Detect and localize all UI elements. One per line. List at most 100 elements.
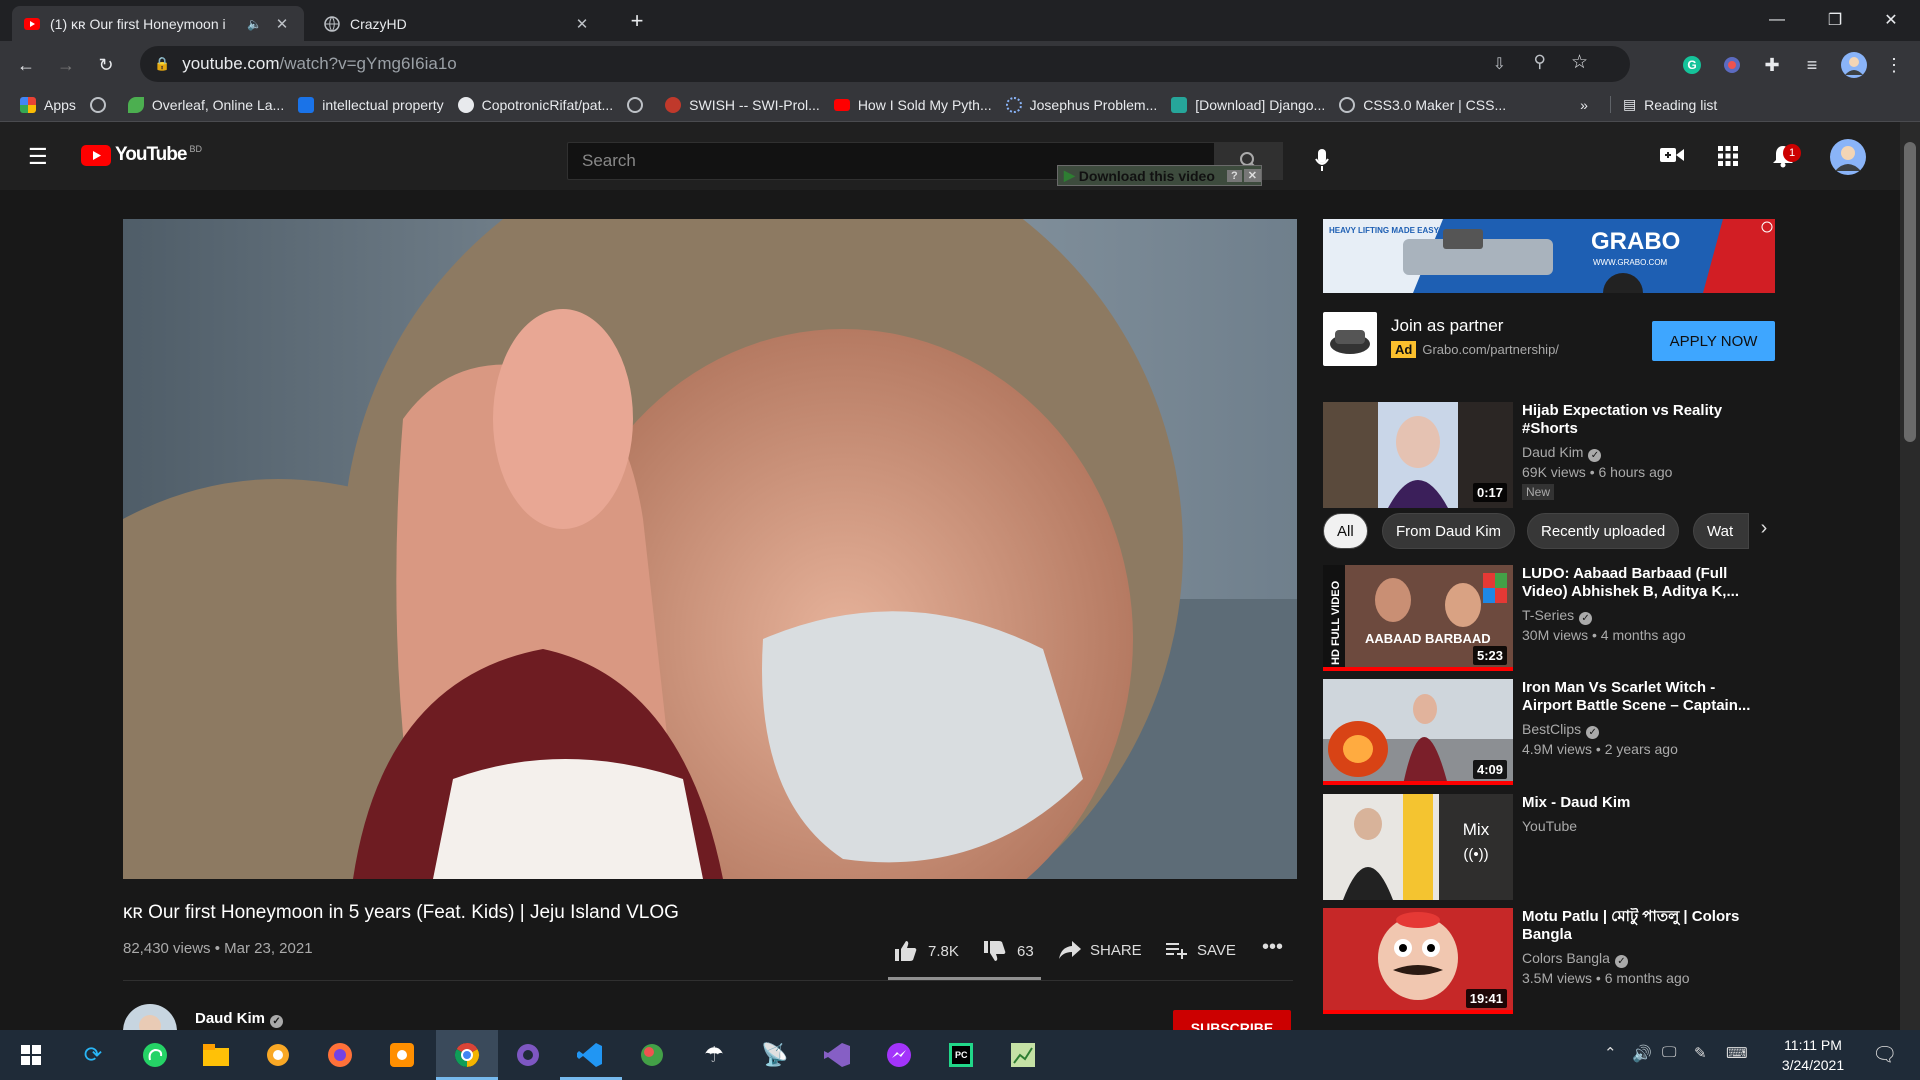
tab-crazyhd[interactable]: CrazyHD ✕: [312, 6, 604, 41]
bookmarks-overflow-button[interactable]: »: [1580, 97, 1588, 113]
app-icon-green[interactable]: [635, 1038, 669, 1072]
app-icon-satellite[interactable]: 📡: [758, 1038, 792, 1072]
channel-name[interactable]: Daud Kim ✓: [195, 1010, 284, 1028]
new-tab-button[interactable]: +: [622, 6, 652, 36]
apply-now-button[interactable]: APPLY NOW: [1652, 321, 1775, 361]
app-icon-refresh[interactable]: ⟳: [76, 1038, 110, 1072]
close-tab-icon[interactable]: ✕: [272, 15, 292, 33]
recommended-video[interactable]: HD FULL VIDEO AABAAD BARBAAD 5:23 LUDO: …: [1323, 565, 1775, 671]
file-explorer-icon[interactable]: [199, 1038, 233, 1072]
bookmarks-bar: Apps Overleaf, Online La... intellectual…: [0, 88, 1920, 122]
bookmark-overleaf[interactable]: Overleaf, Online La...: [127, 96, 284, 113]
recommended-mix[interactable]: Mix ((•)) Mix - Daud Kim YouTube: [1323, 794, 1775, 900]
github-desktop-icon[interactable]: [511, 1038, 545, 1072]
video-thumbnail[interactable]: 19:41: [1323, 908, 1513, 1014]
video-thumbnail[interactable]: 0:17: [1323, 402, 1513, 508]
reading-list-button[interactable]: ▤ Reading list: [1609, 96, 1717, 113]
advertiser-logo[interactable]: [1323, 312, 1377, 366]
ad-title[interactable]: Join as partner: [1391, 316, 1503, 336]
account-avatar[interactable]: [1830, 139, 1866, 180]
youtube-logo[interactable]: YouTube BD: [81, 144, 202, 166]
dislike-button[interactable]: 63: [983, 940, 1034, 962]
app-icon-chart[interactable]: [1006, 1038, 1040, 1072]
scrollbar-thumb[interactable]: [1904, 142, 1916, 442]
minimize-window-icon[interactable]: —: [1748, 0, 1806, 40]
clock-time[interactable]: 11:11 PM: [1770, 1037, 1856, 1053]
install-app-icon[interactable]: ⇩: [1493, 54, 1506, 74]
forward-icon[interactable]: →: [48, 47, 84, 83]
share-button[interactable]: SHARE: [1058, 940, 1142, 960]
profile-avatar[interactable]: [1836, 47, 1872, 83]
tab-youtube[interactable]: (1) ᴋʀ Our first Honeymoon i 🔈 ✕: [12, 6, 304, 41]
voice-search-button[interactable]: [1304, 142, 1340, 178]
vpn-shield-icon[interactable]: [261, 1038, 295, 1072]
more-actions-icon[interactable]: •••: [1262, 936, 1283, 959]
zoom-icon[interactable]: ⚲: [1534, 52, 1546, 72]
show-hidden-icons-chevron[interactable]: ⌃: [1604, 1044, 1617, 1062]
bookmark-github[interactable]: CopotronicRifat/pat...: [457, 96, 613, 113]
video-thumbnail[interactable]: Mix ((•)): [1323, 794, 1513, 900]
app-icon-umbrella[interactable]: ☂: [697, 1038, 731, 1072]
volume-icon[interactable]: 🔊: [1632, 1044, 1652, 1064]
bookmark-apps[interactable]: Apps: [20, 96, 76, 113]
chip-all[interactable]: All: [1323, 513, 1368, 549]
bookmark-star-icon[interactable]: ☆: [1571, 51, 1588, 74]
bookmark-css-maker[interactable]: CSS3.0 Maker | CSS...: [1339, 96, 1506, 113]
pen-icon[interactable]: ✎: [1694, 1044, 1707, 1062]
restore-window-icon[interactable]: ❐: [1806, 0, 1864, 40]
firefox-icon[interactable]: [323, 1038, 357, 1072]
download-video-overlay[interactable]: ▶ Download this video? ✕: [1057, 165, 1262, 186]
page-scrollbar[interactable]: [1900, 122, 1920, 1030]
bookmark-globe-2[interactable]: [627, 96, 651, 113]
vscode-icon[interactable]: [573, 1038, 607, 1072]
recommended-video[interactable]: 0:17 Hijab Expectation vs Reality #Short…: [1323, 402, 1775, 508]
windows-start-icon[interactable]: [14, 1038, 48, 1072]
messenger-icon[interactable]: [882, 1038, 916, 1072]
tab-audio-icon[interactable]: 🔈: [247, 17, 262, 31]
chrome-icon[interactable]: [450, 1038, 484, 1072]
save-button[interactable]: SAVE: [1165, 940, 1236, 960]
clock-date[interactable]: 3/24/2021: [1770, 1057, 1856, 1073]
chevron-right-icon[interactable]: ›: [1750, 517, 1778, 545]
chrome-menu-icon[interactable]: ⋮: [1876, 47, 1912, 83]
notification-center-icon[interactable]: 🗨: [1872, 1042, 1897, 1067]
keyboard-icon[interactable]: ⌨: [1726, 1044, 1748, 1062]
channel-avatar[interactable]: [123, 1004, 177, 1030]
recommended-video[interactable]: 19:41 Motu Patlu | মোটু পাতলু | Colors B…: [1323, 908, 1775, 1014]
bookmark-django[interactable]: [Download] Django...: [1171, 96, 1325, 113]
apps-grid-icon[interactable]: [1718, 146, 1738, 171]
bookmark-youtube[interactable]: How I Sold My Pyth...: [833, 97, 992, 113]
close-overlay-icon[interactable]: ✕: [1243, 169, 1261, 182]
create-video-icon[interactable]: [1660, 146, 1684, 169]
recommended-video[interactable]: 4:09 Iron Man Vs Scarlet Witch - Airport…: [1323, 679, 1775, 785]
back-icon[interactable]: ←: [8, 47, 44, 83]
like-button[interactable]: 7.8K: [894, 940, 959, 962]
extensions-puzzle-icon[interactable]: ✚: [1754, 47, 1790, 83]
video-thumbnail[interactable]: HD FULL VIDEO AABAAD BARBAAD 5:23: [1323, 565, 1513, 671]
whatsapp-icon[interactable]: [138, 1038, 172, 1072]
hamburger-menu-icon[interactable]: ☰: [28, 144, 48, 170]
media-controls-icon[interactable]: ≡: [1794, 47, 1830, 83]
network-icon[interactable]: 🖵: [1662, 1044, 1676, 1061]
chip-watched[interactable]: Wat: [1693, 513, 1749, 549]
grammarly-extension-icon[interactable]: G: [1674, 47, 1710, 83]
bookmark-swish[interactable]: SWISH -- SWI-Prol...: [665, 96, 820, 113]
extension-icon[interactable]: [1714, 47, 1750, 83]
bookmark-intellectual-property[interactable]: intellectual property: [298, 96, 444, 113]
ad-banner-image[interactable]: GRABO WWW.GRABO.COM HEAVY LIFTING MADE E…: [1323, 219, 1775, 293]
app-icon-orange[interactable]: [385, 1038, 419, 1072]
help-icon[interactable]: ?: [1227, 169, 1242, 182]
close-window-icon[interactable]: ✕: [1862, 0, 1920, 40]
video-thumbnail[interactable]: 4:09: [1323, 679, 1513, 785]
chip-from-daud-kim[interactable]: From Daud Kim: [1382, 513, 1516, 549]
visual-studio-icon[interactable]: [820, 1038, 854, 1072]
bookmark-globe[interactable]: [89, 96, 114, 113]
address-bar[interactable]: 🔒 youtube.com/watch?v=gYmg6I6ia1o ⇩ ⚲ ☆: [140, 46, 1630, 82]
pycharm-icon[interactable]: PC: [944, 1038, 978, 1072]
lock-icon[interactable]: 🔒: [154, 56, 170, 72]
chip-recently-uploaded[interactable]: Recently uploaded: [1527, 513, 1680, 549]
video-player[interactable]: [123, 219, 1297, 879]
reload-icon[interactable]: ↻: [88, 47, 124, 83]
bookmark-josephus[interactable]: Josephus Problem...: [1005, 96, 1157, 113]
close-tab-icon[interactable]: ✕: [572, 15, 592, 33]
